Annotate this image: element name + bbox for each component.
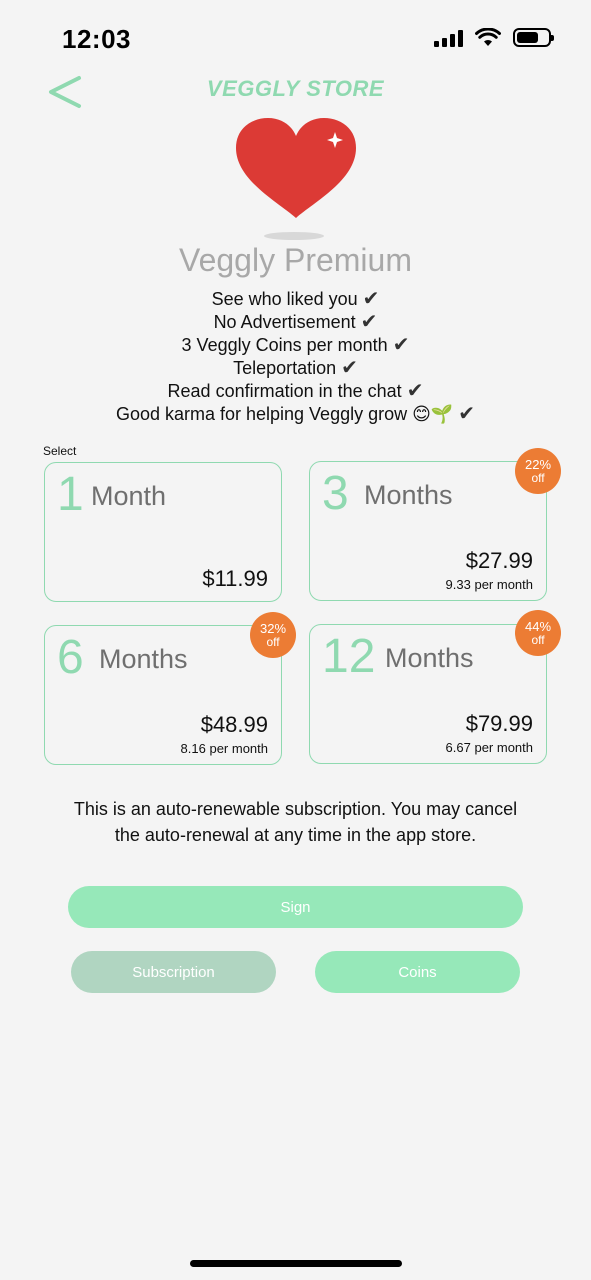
- checkmark-icon: ✔: [360, 311, 378, 333]
- plan-6-months[interactable]: 6 Months $48.99 8.16 per month: [44, 625, 282, 765]
- plan-duration-number: 3: [322, 467, 349, 520]
- status-time: 12:03: [62, 24, 131, 54]
- plan-12-months[interactable]: 12 Months $79.99 6.67 per month: [309, 624, 547, 764]
- sign-button[interactable]: Sign: [68, 886, 523, 928]
- plan-per-month: 8.16 per month: [180, 741, 268, 756]
- feature-item: Read confirmation in the chat ✔: [167, 380, 424, 402]
- discount-badge: 22% off: [515, 448, 561, 494]
- plan-duration-unit: Month: [91, 481, 167, 511]
- subscription-notice: This is an auto-renewable subscription. …: [73, 799, 518, 845]
- plan-per-month: 6.67 per month: [445, 740, 533, 755]
- status-icons: [434, 28, 554, 47]
- select-label: Select: [43, 444, 77, 458]
- checkmark-icon: ✔: [362, 288, 380, 310]
- checkmark-icon: ✔: [458, 403, 476, 425]
- plan-duration-number: 1: [57, 468, 84, 521]
- subscription-tab-button[interactable]: Subscription: [71, 951, 276, 993]
- plan-duration-number: 6: [57, 631, 84, 684]
- battery-icon: [513, 28, 554, 47]
- plan-duration-unit: Months: [385, 643, 474, 673]
- checkmark-icon: ✔: [392, 334, 410, 356]
- plan-price: $11.99: [202, 566, 268, 591]
- premium-title: Veggly Premium: [179, 242, 412, 278]
- heart-shadow: [264, 232, 324, 240]
- home-indicator[interactable]: [190, 1260, 402, 1267]
- cellular-signal-icon: [434, 29, 463, 47]
- heart-icon: [236, 118, 356, 218]
- plan-1-month[interactable]: 1 Month $11.99: [44, 462, 282, 602]
- plan-price: $48.99: [200, 712, 268, 737]
- feature-item: Good karma for helping Veggly grow 😊🌱 ✔: [115, 403, 476, 425]
- plan-duration-unit: Months: [99, 644, 188, 674]
- feature-item: Teleportation ✔: [233, 357, 358, 379]
- discount-badge: 44% off: [515, 610, 561, 656]
- plan-duration-number: 12: [322, 630, 376, 683]
- discount-badge: 32% off: [250, 612, 296, 658]
- feature-item: See who liked you ✔: [211, 288, 380, 310]
- checkmark-icon: ✔: [406, 380, 424, 402]
- plan-3-months[interactable]: 3 Months $27.99 9.33 per month: [309, 461, 547, 601]
- plan-duration-unit: Months: [364, 480, 453, 510]
- feature-item: No Advertisement ✔: [213, 311, 378, 333]
- status-bar: 12:03: [0, 0, 591, 80]
- plan-price: $27.99: [465, 548, 533, 573]
- coins-tab-button[interactable]: Coins: [315, 951, 520, 993]
- plan-price: $79.99: [465, 711, 533, 736]
- store-title: VEGGLY STORE: [206, 76, 385, 101]
- checkmark-icon: ✔: [341, 357, 358, 379]
- feature-list: See who liked you ✔ No Advertisement ✔ 3…: [0, 288, 591, 426]
- plan-per-month: 9.33 per month: [445, 577, 533, 592]
- feature-item: 3 Veggly Coins per month ✔: [181, 334, 410, 356]
- wifi-icon: [475, 28, 501, 46]
